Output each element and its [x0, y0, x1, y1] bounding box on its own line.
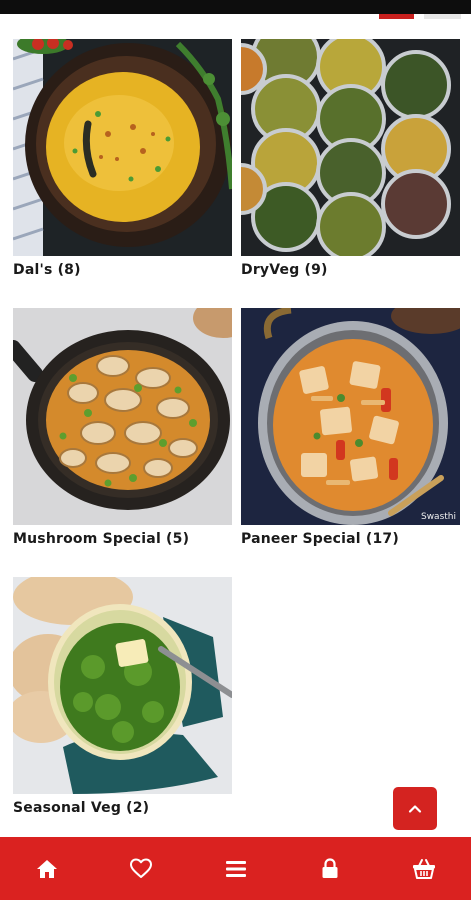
bottom-navigation [0, 837, 471, 900]
heart-icon [130, 858, 153, 878]
image-watermark: Swasthi [420, 512, 456, 522]
menu-icon [225, 860, 246, 877]
category-image-seasonal-veg [13, 577, 232, 794]
category-image-paneer-special: Swasthi [241, 308, 460, 525]
tab-indicator[interactable] [424, 14, 461, 19]
category-count: (9) [304, 262, 328, 278]
category-caption-paneer-special: Paneer Special (17) [241, 531, 460, 547]
category-caption-dals: Dal's (8) [13, 262, 232, 278]
category-count: (8) [57, 262, 81, 278]
category-label: Paneer Special [241, 531, 361, 547]
chevron-up-icon [408, 804, 422, 813]
status-bar [0, 0, 471, 14]
nav-cart[interactable] [377, 837, 471, 900]
category-caption-seasonal-veg: Seasonal Veg (2) [13, 800, 232, 816]
category-count: (17) [365, 531, 399, 547]
category-caption-dryveg: DryVeg (9) [241, 262, 460, 278]
scroll-to-top-button[interactable] [393, 787, 437, 830]
category-card-seasonal-veg[interactable]: Seasonal Veg (2) [13, 577, 232, 816]
tab-indicator-active[interactable] [379, 14, 414, 19]
category-card-dryveg[interactable]: DryVeg (9) [241, 39, 460, 278]
category-count: (2) [126, 800, 150, 816]
nav-menu[interactable] [188, 837, 282, 900]
basket-icon [412, 859, 435, 879]
home-icon [37, 859, 58, 878]
category-image-mushroom-special [13, 308, 232, 525]
category-label: DryVeg [241, 262, 300, 278]
category-card-dals[interactable]: Dal's (8) [13, 39, 232, 278]
category-card-paneer-special[interactable]: Swasthi Paneer Special (17) [241, 308, 460, 547]
category-label: Mushroom Special [13, 531, 161, 547]
category-image-dals [13, 39, 232, 256]
category-label: Dal's [13, 262, 53, 278]
category-caption-mushroom-special: Mushroom Special (5) [13, 531, 232, 547]
category-image-dryveg [241, 39, 460, 256]
nav-home[interactable] [0, 837, 94, 900]
category-card-mushroom-special[interactable]: Mushroom Special (5) [13, 308, 232, 547]
nav-account[interactable] [283, 837, 377, 900]
category-label: Seasonal Veg [13, 800, 122, 816]
category-count: (5) [166, 531, 190, 547]
lock-icon [322, 858, 338, 878]
nav-favorites[interactable] [94, 837, 188, 900]
